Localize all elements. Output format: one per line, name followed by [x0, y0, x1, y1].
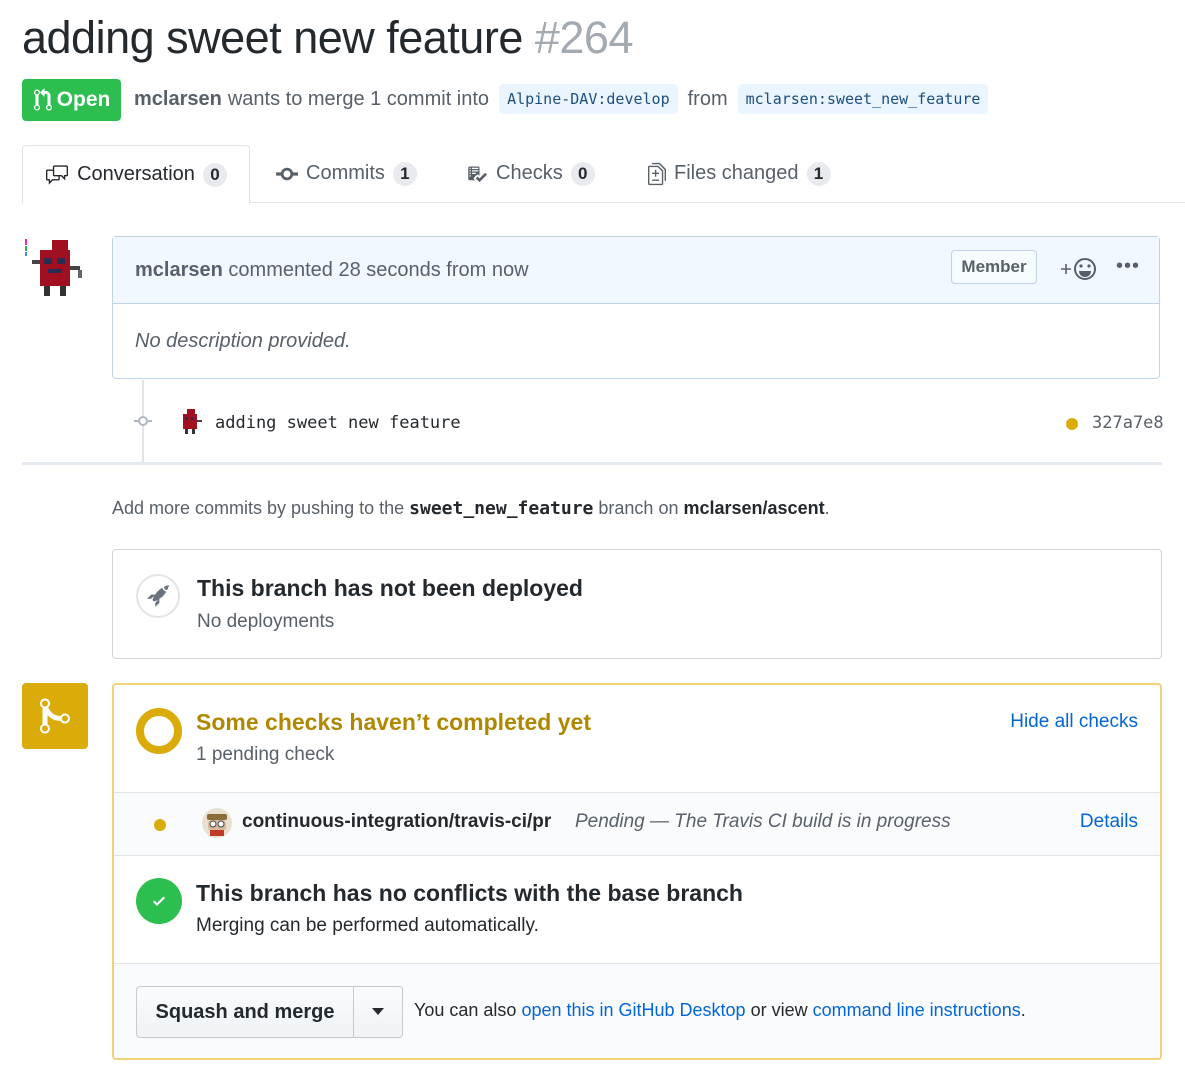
commit-message-link[interactable]: adding sweet new feature: [215, 413, 461, 433]
from-text: from: [687, 87, 728, 110]
push-hint-prefix: Add more commits by pushing to the: [112, 498, 405, 518]
merge-note-prefix: You can also: [414, 1000, 517, 1020]
git-merge-icon: [22, 683, 88, 749]
commit-status-pending[interactable]: [1066, 418, 1078, 430]
base-branch[interactable]: Alpine-DAV:develop: [499, 84, 678, 114]
merge-button-group: Squash and merge: [136, 986, 403, 1038]
pending-dot-icon: [154, 819, 166, 831]
travis-ci-avatar: [202, 808, 232, 838]
commit-sha-link[interactable]: 327a7e8: [1092, 413, 1164, 433]
deploy-subtitle: No deployments: [197, 611, 335, 632]
push-hint-suffix: .: [824, 498, 830, 518]
tab-label: Files changed: [674, 162, 799, 184]
pr-number: #264: [534, 12, 634, 63]
member-badge: Member: [951, 250, 1037, 284]
head-branch[interactable]: mclarsen:sweet_new_feature: [737, 84, 989, 114]
tab-conversation[interactable]: Conversation 0: [22, 145, 250, 204]
check-description: Pending — The Travis CI build is in prog…: [575, 811, 951, 832]
triangle-down-icon: [372, 1008, 384, 1015]
check-name: continuous-integration/travis-ci/pr: [242, 811, 552, 832]
merge-note-middle: or view: [750, 1000, 808, 1020]
tab-counter: 1: [392, 161, 417, 186]
merge-note-suffix: .: [1020, 1000, 1026, 1020]
deploy-title: This branch has not been deployed: [197, 575, 583, 601]
pr-author-link[interactable]: mclarsen: [134, 88, 222, 111]
merge-box: Some checks haven’t completed yet 1 pend…: [112, 683, 1162, 1060]
command-line-instructions-link[interactable]: command line instructions: [813, 1000, 1021, 1020]
checks-title: Some checks haven’t completed yet: [196, 709, 591, 735]
timeline-divider: [22, 462, 1162, 465]
comment-action[interactable]: commented 28 seconds from now: [228, 259, 528, 282]
merge-actions: Squash and merge You can also open this …: [114, 964, 1160, 1058]
push-hint: Add more commits by pushing to the sweet…: [112, 498, 830, 519]
check-details-link[interactable]: Details: [1080, 811, 1138, 833]
conflicts-title: This branch has no conflicts with the ba…: [196, 880, 743, 906]
push-hint-branch: sweet_new_feature: [409, 498, 594, 519]
tab-counter: 1: [806, 161, 831, 186]
tab-commits[interactable]: Commits 1: [276, 145, 417, 202]
pr-tabs: Conversation 0 Commits 1 Checks 0 Files …: [22, 145, 1185, 204]
merge-text: wants to merge 1 commit into: [227, 87, 490, 110]
deployments-box: This branch has not been deployed No dep…: [112, 549, 1162, 659]
commit-avatar[interactable]: [177, 408, 205, 436]
check-item: continuous-integration/travis-ci/pr Pend…: [114, 793, 1160, 856]
tab-counter: 0: [202, 162, 227, 187]
push-hint-middle: branch on: [598, 498, 679, 518]
merge-note: You can also open this in GitHub Desktop…: [414, 1000, 1026, 1021]
pr-title: adding sweet new feature #264: [22, 12, 633, 64]
checks-summary: Some checks haven’t completed yet 1 pend…: [114, 685, 1160, 793]
tab-label: Commits: [306, 162, 385, 184]
comment-box: mclarsen commented 28 seconds from now M…: [112, 236, 1160, 379]
tab-label: Conversation: [77, 163, 195, 185]
tab-checks[interactable]: Checks 0: [466, 145, 595, 202]
git-commit-icon: [134, 414, 152, 433]
open-in-desktop-link[interactable]: open this in GitHub Desktop: [521, 1000, 745, 1020]
comment-body: No description provided.: [135, 330, 351, 352]
tab-files-changed[interactable]: Files changed 1: [648, 145, 831, 202]
kebab-horizontal-icon: •••: [1116, 255, 1141, 277]
state-label: Open: [56, 88, 111, 111]
pr-meta: mclarsen wants to merge 1 commit into Al…: [134, 84, 992, 114]
merge-method-dropdown[interactable]: [354, 987, 402, 1037]
push-hint-repo: mclarsen/ascent: [683, 498, 825, 518]
tab-counter: 0: [570, 161, 595, 186]
pending-ring-icon: [136, 708, 182, 754]
squash-and-merge-button[interactable]: Squash and merge: [137, 987, 354, 1037]
git-pull-request-icon: [33, 88, 52, 111]
add-reaction-button[interactable]: [1059, 256, 1099, 288]
check-circle-icon: [136, 878, 182, 924]
checks-subtitle: 1 pending check: [196, 744, 335, 765]
state-badge-open: Open: [22, 79, 121, 121]
hide-all-checks-link[interactable]: Hide all checks: [1010, 711, 1138, 733]
conflicts-status: This branch has no conflicts with the ba…: [114, 856, 1160, 964]
checklist-icon: [468, 166, 487, 182]
rocket-icon: [136, 574, 180, 618]
git-commit-icon: [276, 167, 298, 180]
comment-author[interactable]: mclarsen: [135, 259, 223, 282]
conflicts-subtitle: Merging can be performed automatically.: [196, 915, 539, 936]
tab-label: Checks: [496, 162, 563, 184]
avatar[interactable]: [22, 236, 88, 302]
smiley-icon: [1061, 258, 1096, 280]
comment-discussion-icon: [46, 164, 69, 185]
more-options-button[interactable]: •••: [1116, 255, 1140, 278]
comment-header: mclarsen commented 28 seconds from now M…: [113, 237, 1159, 304]
pr-title-text: adding sweet new feature: [22, 12, 523, 63]
diff-icon: [648, 162, 666, 185]
